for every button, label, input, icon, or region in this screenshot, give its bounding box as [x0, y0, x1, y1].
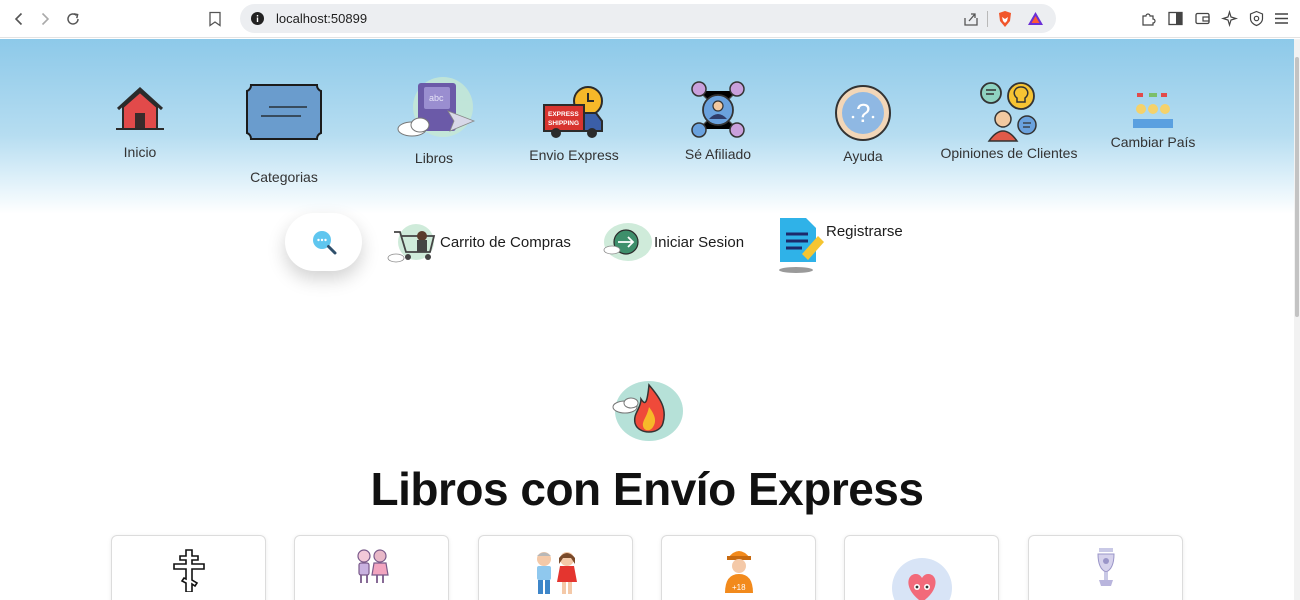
svg-text:SHIPPING: SHIPPING [548, 120, 579, 127]
scrollbar-thumb[interactable] [1295, 57, 1299, 317]
affiliate-network-icon [691, 81, 745, 138]
toolbar-divider [987, 11, 988, 27]
product-card[interactable] [1028, 535, 1183, 600]
books-icon: abc [397, 77, 476, 137]
bookmark-icon[interactable] [208, 11, 222, 27]
leo-ai-icon[interactable] [1220, 9, 1239, 28]
nav-label: Opiniones de Clientes [940, 145, 1078, 161]
register-icon [779, 218, 824, 273]
login-icon [603, 223, 652, 261]
nav-label: Sé Afiliado [684, 146, 752, 162]
nav-item-opiniones-de-clientes[interactable]: Opiniones de Clientes [938, 79, 1080, 161]
svg-text:+18: +18 [732, 583, 746, 592]
orthodox-cross-icon [173, 549, 205, 592]
nav-label: Inicio [123, 144, 157, 160]
login-link[interactable]: Iniciar Sesion [602, 220, 744, 264]
info-icon[interactable] [251, 12, 264, 25]
product-card[interactable] [478, 535, 633, 600]
register-label: Registrarse [826, 222, 903, 240]
help-icon: ? [835, 85, 891, 141]
product-card[interactable] [294, 535, 449, 600]
nav-label: Envio Express [529, 147, 619, 163]
home-icon [116, 86, 164, 130]
nav-item-envio-express[interactable]: EXPRESS SHIPPING Envio Express [528, 83, 620, 163]
nav-item-libros[interactable]: abc Libros [386, 71, 482, 166]
search-icon [312, 231, 336, 255]
nav-label: Libros [414, 150, 454, 166]
change-country-icon [1133, 93, 1173, 128]
login-label: Iniciar Sesion [654, 233, 745, 251]
address-bar[interactable]: localhost:50899 [240, 4, 1056, 33]
nav-item-cambiar-pais[interactable]: Cambiar País [1108, 89, 1198, 150]
svg-text:?: ? [856, 98, 870, 128]
product-card[interactable] [844, 535, 999, 600]
categories-icon [246, 84, 322, 140]
section-title: Libros con Envío Express [370, 463, 924, 515]
nav-label: Categorias [250, 169, 318, 185]
share-icon[interactable] [963, 11, 979, 27]
cart-label: Carrito de Compras [440, 233, 571, 251]
customer-opinions-icon [980, 82, 1037, 142]
svg-text:EXPRESS: EXPRESS [548, 111, 579, 118]
register-link[interactable]: Registrarse [778, 216, 903, 274]
nav-item-categorias[interactable]: Categorias [244, 83, 324, 185]
cart-link[interactable]: Carrito de Compras [386, 220, 571, 264]
adult-18-icon: +18 [725, 551, 753, 593]
svg-text:abc: abc [429, 93, 444, 103]
nav-label: Ayuda [843, 148, 883, 164]
reload-icon[interactable] [62, 8, 84, 30]
fire-icon [612, 381, 683, 441]
page-scrollbar[interactable] [1294, 39, 1300, 600]
wallet-icon[interactable] [1194, 10, 1212, 28]
brave-rewards-icon[interactable] [1027, 11, 1044, 26]
express-truck-icon: EXPRESS SHIPPING [543, 86, 603, 138]
site-header: Inicio Categorias abc Libros EXPRESS SHI… [0, 39, 1300, 214]
brave-shield-icon[interactable] [997, 10, 1013, 28]
heart-face-icon [892, 558, 952, 600]
menu-icon[interactable] [1273, 10, 1291, 28]
nav-item-se-afiliado[interactable]: Sé Afiliado [680, 79, 756, 162]
back-icon[interactable] [8, 8, 30, 30]
vpn-icon[interactable] [1248, 10, 1266, 28]
nav-item-inicio[interactable]: Inicio [108, 83, 172, 160]
nav-item-ayuda[interactable]: ? Ayuda [828, 83, 898, 164]
nav-label: Cambiar País [1110, 134, 1196, 150]
search-button[interactable] [285, 213, 362, 271]
forward-icon[interactable] [34, 8, 56, 30]
browser-toolbar: localhost:50899 [0, 0, 1300, 38]
shopping-cart-icon [387, 224, 436, 263]
product-card[interactable]: +18 [661, 535, 816, 600]
product-card[interactable] [111, 535, 266, 600]
extensions-icon[interactable] [1140, 10, 1158, 28]
sidebar-icon[interactable] [1167, 10, 1185, 28]
url-text[interactable]: localhost:50899 [276, 11, 367, 26]
boy-girl-icon [537, 552, 577, 594]
kids-couple-icon [357, 549, 389, 583]
trophy-vase-icon [1097, 548, 1115, 586]
